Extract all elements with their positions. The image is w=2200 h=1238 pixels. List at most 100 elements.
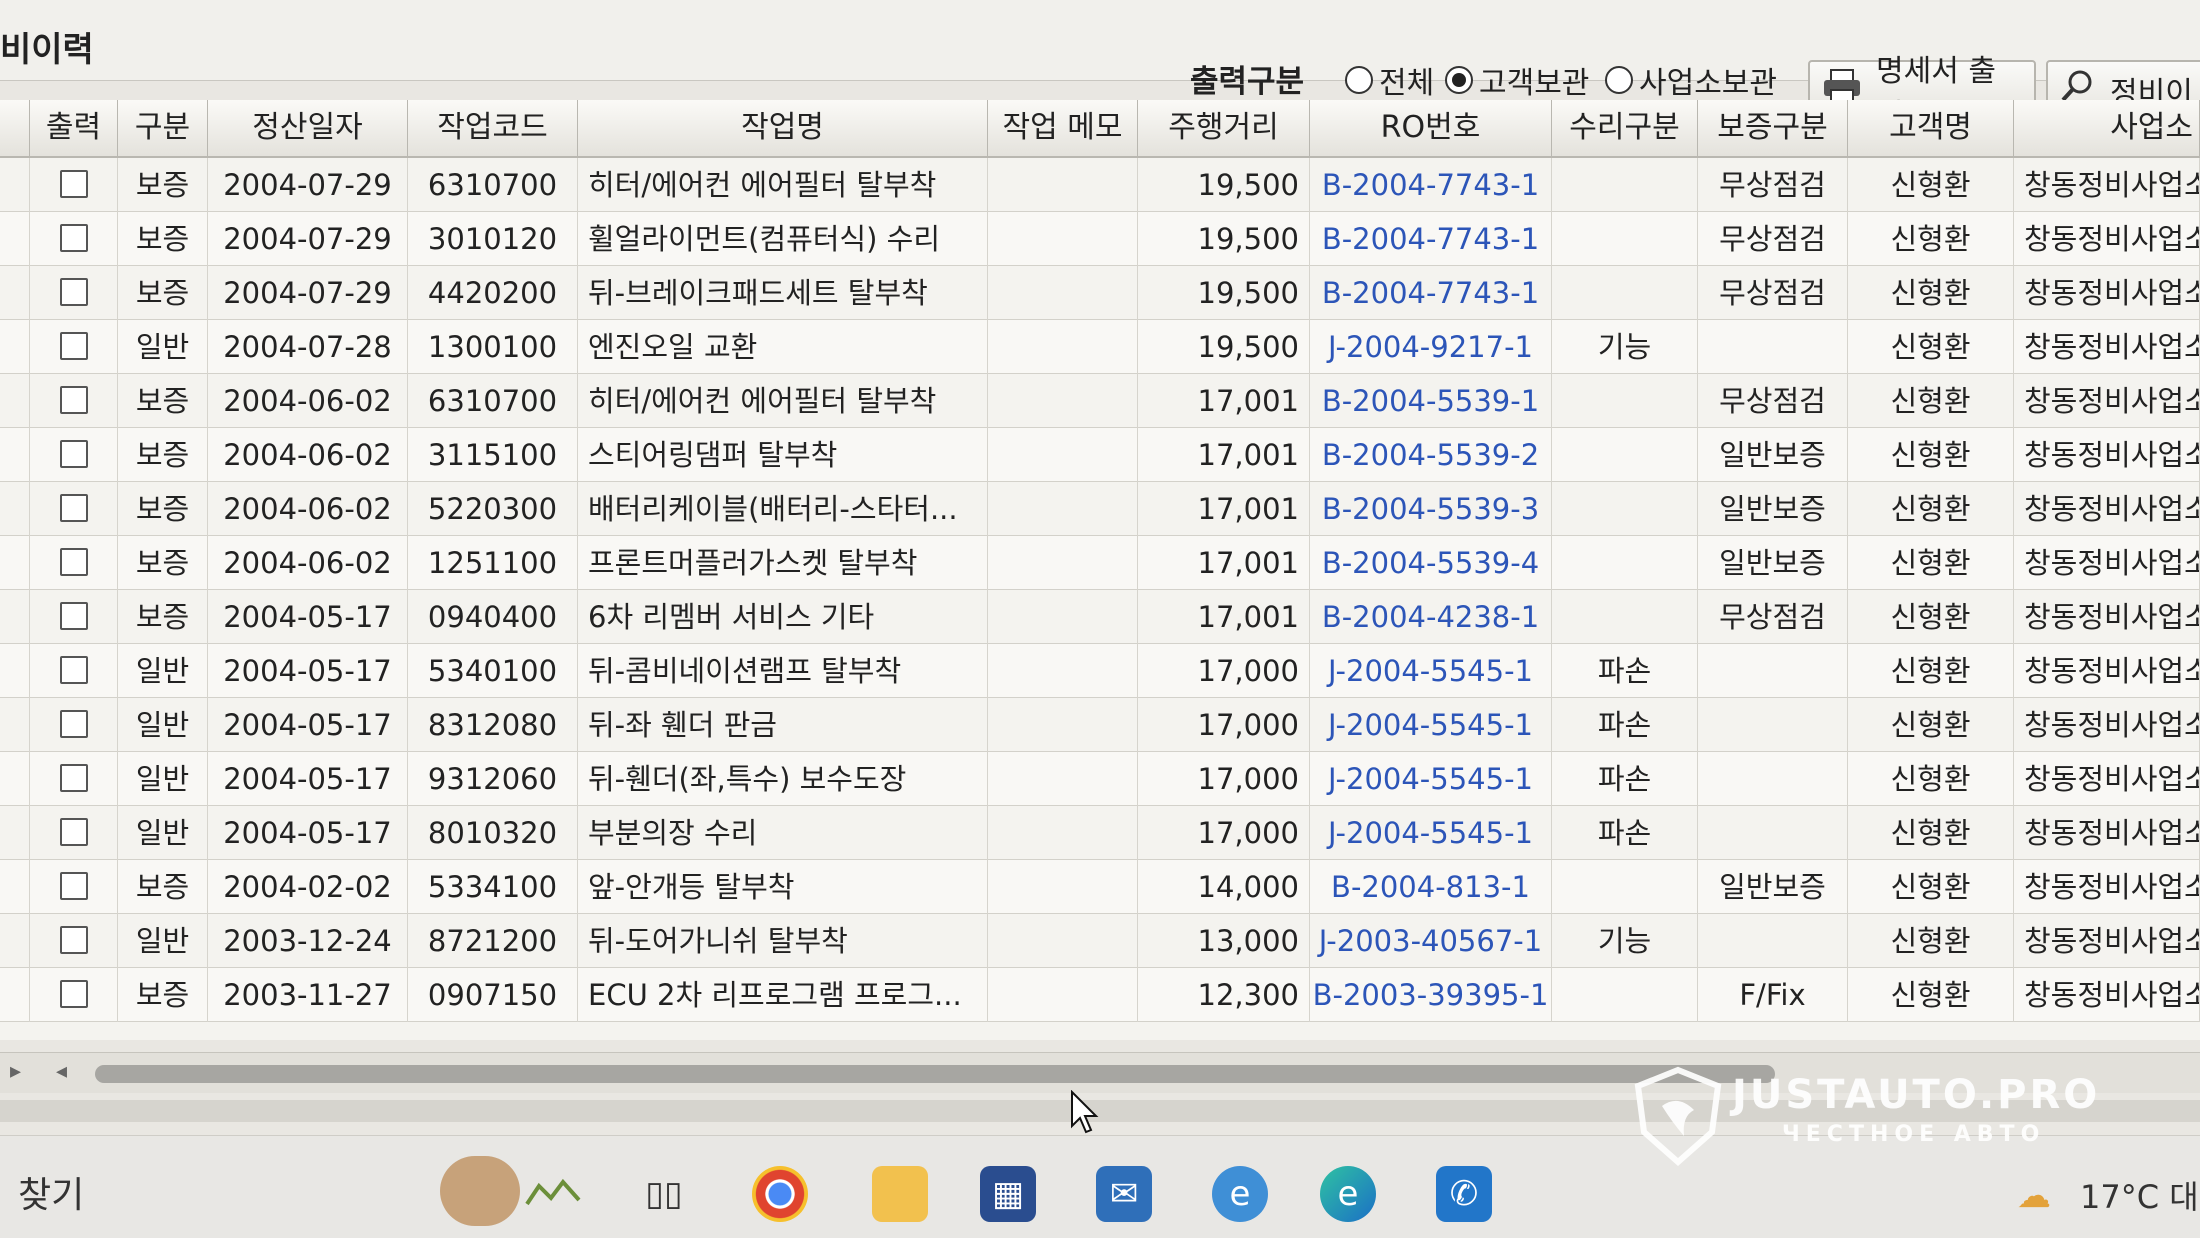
print-check-cell[interactable] [30,860,118,914]
col-header-repair-type[interactable]: 수리구분 [1552,100,1698,156]
print-checkbox[interactable] [60,332,88,360]
print-check-cell[interactable] [30,806,118,860]
stock-chart-icon[interactable] [525,1166,581,1222]
print-checkbox[interactable] [60,548,88,576]
print-check-cell[interactable] [30,752,118,806]
table-row[interactable]: 보증 2004-06-02 3115100 스티어링댐퍼 탈부착 17,001 B-200… [0,428,2200,482]
table-row[interactable]: 일반 2004-05-17 8010320 부분의장 수리 17,000 J-2004-5… [0,806,2200,860]
print-checkbox[interactable] [60,656,88,684]
print-checkbox[interactable] [60,926,88,954]
ro-number-cell[interactable]: B-2004-7743-1 [1310,212,1552,266]
print-checkbox[interactable] [60,764,88,792]
col-header-work-code[interactable]: 작업코드 [408,100,578,156]
print-check-cell[interactable] [30,590,118,644]
table-row[interactable]: 보증 2004-07-29 6310700 히터/에어컨 에어필터 탈부착 19,500… [0,158,2200,212]
ro-number-cell[interactable]: B-2004-813-1 [1310,860,1552,914]
avatar-widget[interactable] [440,1156,520,1226]
ro-number-cell[interactable]: J-2004-9217-1 [1310,320,1552,374]
ro-number-cell[interactable]: J-2004-5545-1 [1310,698,1552,752]
print-check-cell[interactable] [30,644,118,698]
repair-type-cell [1552,374,1698,428]
table-row[interactable]: 보증 2004-05-17 0940400 6차 리멤버 서비스 기타 17,001 B-… [0,590,2200,644]
table-row[interactable]: 일반 2004-07-28 1300100 엔진오일 교환 19,500 J-2004-9… [0,320,2200,374]
print-checkbox[interactable] [60,224,88,252]
type-cell: 보증 [118,374,208,428]
ro-number-cell[interactable]: J-2004-5545-1 [1310,644,1552,698]
table-row[interactable]: 보증 2004-06-02 5220300 배터리케이블(배터리-스타터... 17,0… [0,482,2200,536]
ro-number-cell[interactable]: B-2004-5539-3 [1310,482,1552,536]
ro-number-cell[interactable]: J-2004-5545-1 [1310,752,1552,806]
print-check-cell[interactable] [30,320,118,374]
table-row[interactable]: 일반 2003-12-24 8721200 뒤-도어가니쉬 탈부착 13,000 J-20… [0,914,2200,968]
mileage-cell: 17,001 [1138,590,1310,644]
print-checkbox[interactable] [60,494,88,522]
taskbar-search-label[interactable]: 찾기 [18,1166,84,1218]
table-row[interactable]: 보증 2004-02-02 5334100 앞-안개등 탈부착 14,000 B-2004… [0,860,2200,914]
ro-number-cell[interactable]: B-2004-7743-1 [1310,158,1552,212]
radio-customer-copy-dot[interactable] [1445,66,1473,94]
table-row[interactable]: 일반 2004-05-17 5340100 뒤-콤비네이션램프 탈부착 17,000 J-… [0,644,2200,698]
print-check-cell[interactable] [30,536,118,590]
table-row[interactable]: 보증 2004-06-02 1251100 프론트머플러가스켓 탈부착 17,001 B-… [0,536,2200,590]
print-checkbox[interactable] [60,278,88,306]
print-check-cell[interactable] [30,482,118,536]
col-header-warranty-type[interactable]: 보증구분 [1698,100,1848,156]
print-checkbox[interactable] [60,872,88,900]
print-checkbox[interactable] [60,710,88,738]
col-header-work-name[interactable]: 작업명 [578,100,988,156]
print-checkbox[interactable] [60,980,88,1008]
task-view-icon[interactable]: ▯▯ [636,1166,692,1222]
radio-office-copy[interactable]: 사업소보관 [1605,58,1777,102]
radio-all-dot[interactable] [1345,66,1373,94]
print-checkbox[interactable] [60,386,88,414]
ro-number-cell[interactable]: B-2004-5539-2 [1310,428,1552,482]
col-header-type[interactable]: 구분 [118,100,208,156]
col-header-work-memo[interactable]: 작업 메모 [988,100,1138,156]
col-header-customer[interactable]: 고객명 [1848,100,2014,156]
ro-number-cell[interactable]: B-2004-7743-1 [1310,266,1552,320]
file-explorer-icon[interactable] [872,1166,928,1222]
col-header-print[interactable]: 출력 [30,100,118,156]
print-check-cell[interactable] [30,266,118,320]
internet-explorer-icon[interactable]: e [1212,1166,1268,1222]
radio-customer-copy[interactable]: 고객보관 [1445,58,1589,102]
print-checkbox[interactable] [60,818,88,846]
col-header-mileage[interactable]: 주행거리 [1138,100,1310,156]
radio-office-copy-dot[interactable] [1605,66,1633,94]
print-check-cell[interactable] [30,374,118,428]
ro-number-cell[interactable]: J-2004-5545-1 [1310,806,1552,860]
print-checkbox[interactable] [60,170,88,198]
ro-number-cell[interactable]: J-2003-40567-1 [1310,914,1552,968]
scrollbar-thumb[interactable] [95,1065,1775,1083]
history-grid[interactable]: 출력 구분 정산일자 작업코드 작업명 작업 메모 주행거리 RO번호 수리구분… [0,100,2200,1040]
ro-number-cell[interactable]: B-2004-5539-1 [1310,374,1552,428]
print-check-cell[interactable] [30,428,118,482]
phone-app-icon[interactable]: ✆ [1436,1166,1492,1222]
scroll-right-arrow-icon[interactable]: ▸ [10,1059,21,1084]
ro-number-cell[interactable]: B-2004-4238-1 [1310,590,1552,644]
microsoft-store-icon[interactable]: ▦ [980,1166,1036,1222]
print-check-cell[interactable] [30,698,118,752]
scroll-left-arrow-icon[interactable]: ◂ [56,1059,67,1084]
col-header-ro-number[interactable]: RO번호 [1310,100,1552,156]
print-checkbox[interactable] [60,602,88,630]
table-row[interactable]: 보증 2003-11-27 0907150 ECU 2차 리프로그램 프로그... 12… [0,968,2200,1022]
chrome-icon[interactable] [752,1166,808,1222]
edge-icon[interactable]: e [1320,1166,1376,1222]
print-check-cell[interactable] [30,158,118,212]
print-check-cell[interactable] [30,212,118,266]
table-row[interactable]: 일반 2004-05-17 8312080 뒤-좌 휀더 판금 17,000 J-2004… [0,698,2200,752]
col-header-office[interactable]: 사업소 [2014,100,2200,156]
table-row[interactable]: 보증 2004-07-29 4420200 뒤-브레이크패드세트 탈부착 19,500 B… [0,266,2200,320]
table-row[interactable]: 보증 2004-06-02 6310700 히터/에어컨 에어필터 탈부착 17,001… [0,374,2200,428]
col-header-settle-date[interactable]: 정산일자 [208,100,408,156]
radio-all[interactable]: 전체 [1345,58,1434,102]
ro-number-cell[interactable]: B-2003-39395-1 [1310,968,1552,1022]
print-check-cell[interactable] [30,914,118,968]
print-checkbox[interactable] [60,440,88,468]
mail-icon[interactable]: ✉ [1096,1166,1152,1222]
ro-number-cell[interactable]: B-2004-5539-4 [1310,536,1552,590]
print-check-cell[interactable] [30,968,118,1022]
table-row[interactable]: 일반 2004-05-17 9312060 뒤-휀더(좌,특수) 보수도장 17,000… [0,752,2200,806]
table-row[interactable]: 보증 2004-07-29 3010120 휠얼라이먼트(컴퓨터식) 수리 19,500… [0,212,2200,266]
